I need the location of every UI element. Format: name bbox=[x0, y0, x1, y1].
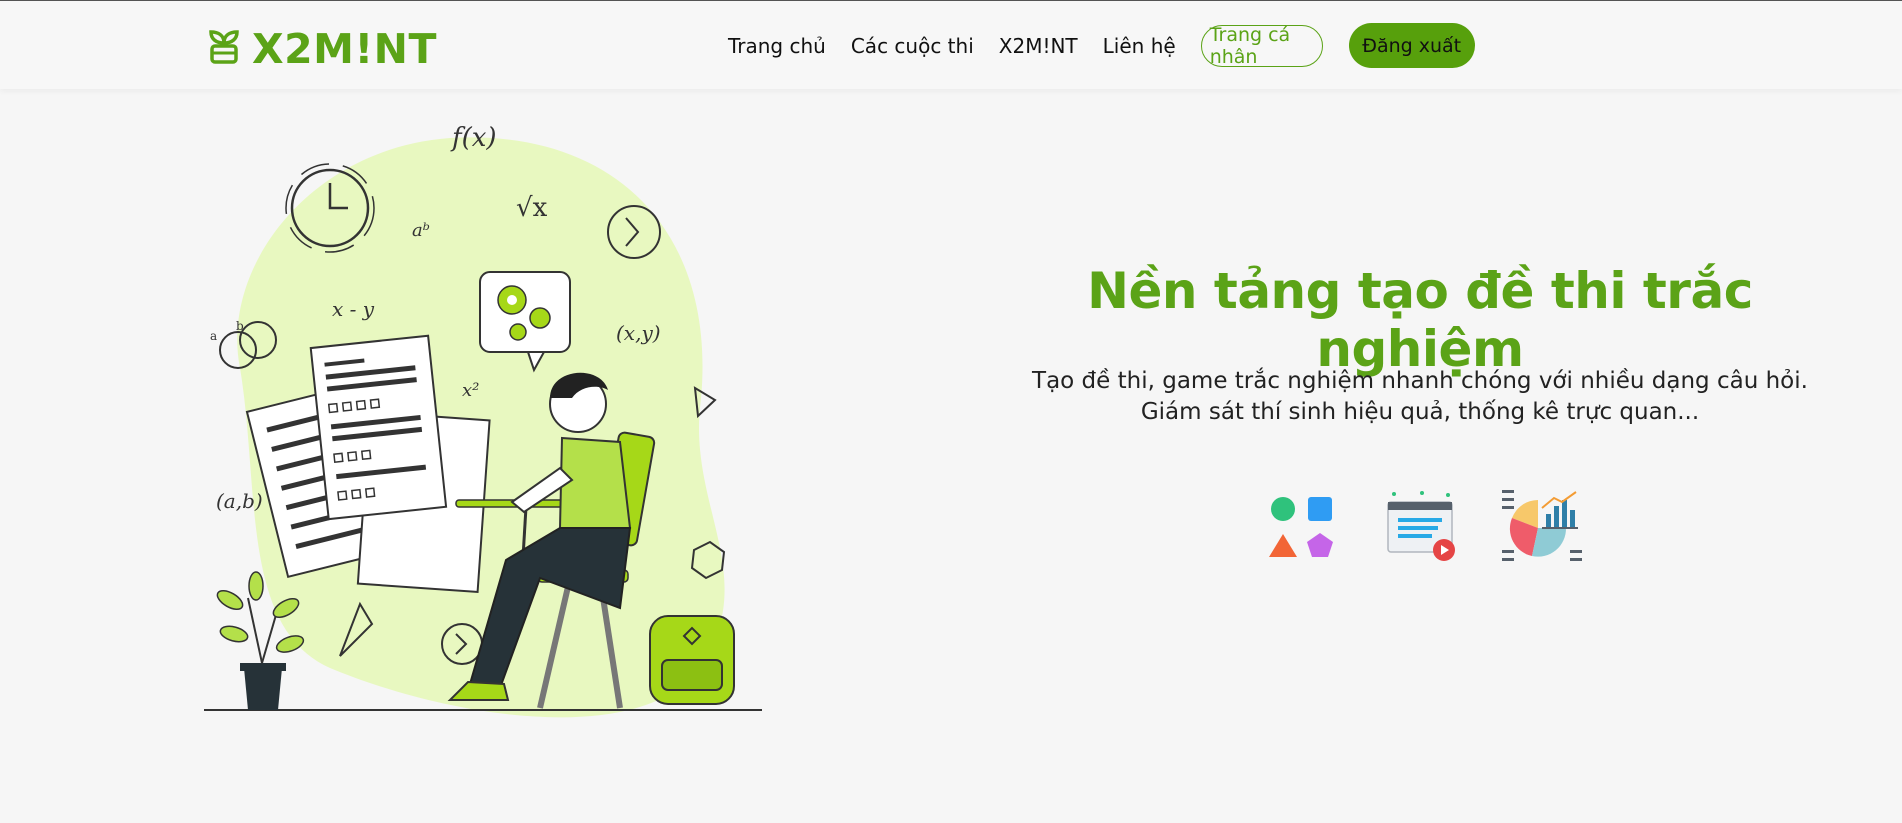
nav-link-contact[interactable]: Liên hệ bbox=[1103, 34, 1176, 58]
brand-name: X2M!NT bbox=[252, 25, 437, 73]
shapes-icon bbox=[1262, 488, 1342, 568]
logout-button[interactable]: Đăng xuất bbox=[1348, 23, 1475, 68]
logo[interactable]: X2M!NT bbox=[206, 25, 437, 73]
hero-subtitle-line-2: Giám sát thí sinh hiệu quả, thống kê trự… bbox=[1140, 399, 1700, 425]
math-ab-power: aᵇ bbox=[412, 220, 430, 241]
feature-icons bbox=[1262, 488, 1582, 568]
math-x-minus-y: x - y bbox=[332, 297, 375, 321]
math-set-a: a bbox=[210, 329, 217, 343]
math-ab-pair: (a,b) bbox=[216, 489, 263, 513]
sprout-icon bbox=[206, 29, 242, 70]
hero-subtitle-line-1: Tạo đề thi, game trắc nghiệm nhanh chóng… bbox=[1032, 368, 1808, 394]
statistics-chart-icon bbox=[1502, 488, 1582, 568]
hero-subtitle: Tạo đề thi, game trắc nghiệm nhanh chóng… bbox=[1020, 366, 1820, 428]
math-sqrt: √x bbox=[516, 193, 548, 223]
profile-button[interactable]: Trang cá nhân bbox=[1200, 24, 1323, 68]
math-x-squared: x² bbox=[462, 380, 479, 401]
nav-link-home[interactable]: Trang chủ bbox=[728, 34, 826, 58]
math-xy-pair: (x,y) bbox=[616, 321, 661, 345]
navbar: X2M!NT Trang chủ Các cuộc thi X2M!NT Liê… bbox=[0, 1, 1902, 89]
math-fx: f(x) bbox=[450, 123, 497, 153]
student-exam-illustration: f(x) aᵇ √x x - y x² (x,y) (a,b) a b bbox=[200, 108, 770, 728]
main-nav: Trang chủ Các cuộc thi X2M!NT Liên hệ Tr… bbox=[728, 23, 1475, 68]
hero-title: Nền tảng tạo đề thi trắc nghiệm bbox=[1087, 262, 1753, 378]
nav-link-contests[interactable]: Các cuộc thi bbox=[851, 34, 974, 58]
video-lesson-icon bbox=[1382, 488, 1462, 568]
nav-link-about[interactable]: X2M!NT bbox=[999, 34, 1078, 58]
